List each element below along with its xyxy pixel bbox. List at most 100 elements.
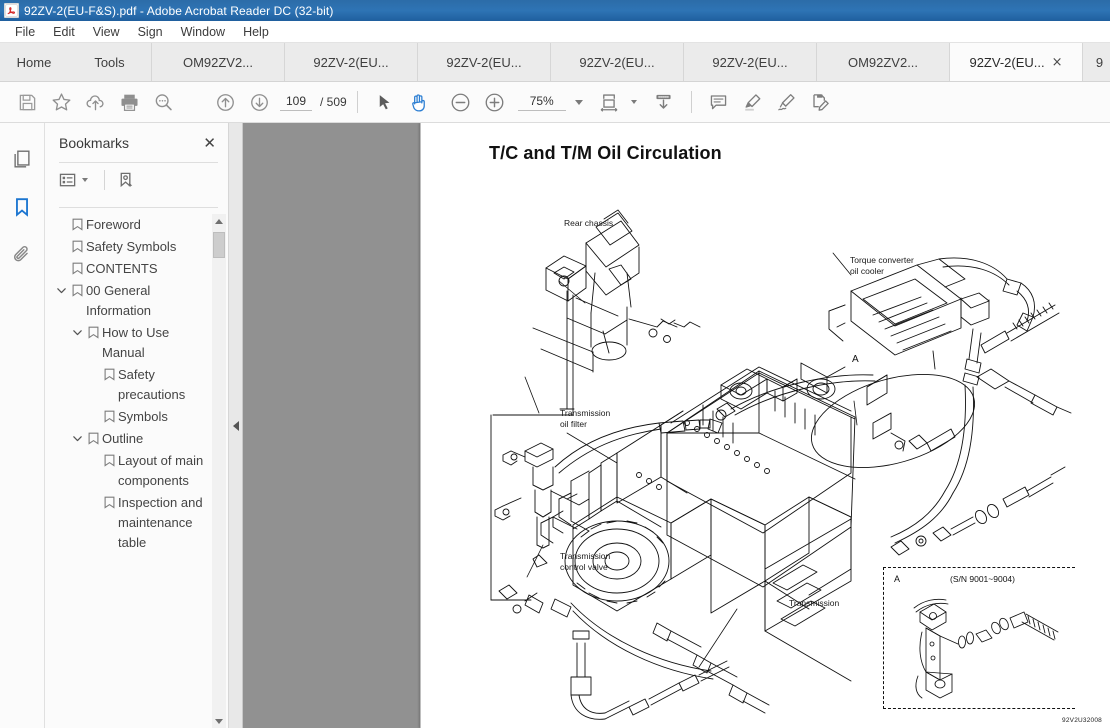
title-bar: 92ZV-2(EU-F&S).pdf - Adobe Acrobat Reade…: [0, 0, 1110, 21]
tab-label: 92ZV-2(EU...: [712, 54, 788, 70]
tab-label: 9: [1095, 54, 1104, 70]
sign-icon[interactable]: [770, 85, 804, 119]
menu-sign[interactable]: Sign: [129, 23, 172, 41]
bookmark-icon: [85, 323, 102, 339]
previous-page-icon[interactable]: [208, 85, 242, 119]
scrollbar-thumb[interactable]: [213, 232, 225, 258]
page-fit-chevron-down-icon[interactable]: [630, 100, 637, 104]
chevron-down-icon[interactable]: [69, 429, 85, 444]
tab-document-8[interactable]: 9: [1083, 43, 1110, 81]
bookmark-icon: [69, 259, 86, 275]
menu-file[interactable]: File: [6, 23, 44, 41]
bookmark-spacer: [53, 259, 69, 263]
bookmark-spacer: [53, 237, 69, 241]
attachments-icon[interactable]: [6, 237, 38, 273]
bookmark-item[interactable]: CONTENTS: [45, 258, 228, 280]
bookmark-icon: [69, 237, 86, 253]
detail-inset-a: A (S/N 9001~9004): [883, 567, 1075, 709]
bookmark-item[interactable]: Safety precautions: [45, 364, 228, 406]
toolbar-divider: [356, 91, 358, 113]
add-to-favorites-icon[interactable]: [44, 85, 78, 119]
bookmark-item-label: CONTENTS: [86, 261, 158, 276]
bookmark-item[interactable]: Symbols: [45, 406, 228, 428]
page-number-input[interactable]: [280, 93, 312, 111]
bookmark-item-label: Layout of main components: [118, 453, 204, 488]
bookmark-spacer: [85, 493, 101, 497]
bookmarks-toolbar: [45, 163, 228, 196]
acrobat-window: 92ZV-2(EU-F&S).pdf - Adobe Acrobat Reade…: [0, 0, 1110, 728]
bookmarks-tree[interactable]: Foreword Safety Symbols CONTENTS 00 General…: [45, 208, 228, 728]
tab-document-1[interactable]: OM92ZV2...: [152, 43, 285, 81]
tab-tools[interactable]: Tools: [68, 43, 152, 81]
zoom-in-icon[interactable]: [478, 85, 512, 119]
bookmark-item[interactable]: 00 General Information: [45, 280, 228, 322]
bookmark-item[interactable]: Outline: [45, 428, 228, 450]
comment-icon[interactable]: [702, 85, 736, 119]
upload-cloud-icon[interactable]: [78, 85, 112, 119]
chevron-left-icon: [232, 420, 239, 431]
menu-view[interactable]: View: [84, 23, 129, 41]
bookmarks-panel: Bookmarks ✕ Foreword Safety Symbols CONTEN…: [45, 123, 229, 728]
tab-document-3[interactable]: 92ZV-2(EU...: [418, 43, 551, 81]
collapse-sidebar-handle[interactable]: [229, 123, 243, 728]
select-tool-icon[interactable]: [368, 85, 402, 119]
bookmark-item[interactable]: Foreword: [45, 214, 228, 236]
chevron-down-icon[interactable]: [69, 323, 85, 338]
tab-bar: Home Tools OM92ZV2... 92ZV-2(EU... 92ZV-…: [0, 43, 1110, 82]
bookmark-options-icon[interactable]: [59, 172, 90, 189]
search-icon[interactable]: [146, 85, 180, 119]
bookmark-item-label: Safety Symbols: [86, 239, 177, 254]
tab-document-5[interactable]: 92ZV-2(EU...: [684, 43, 817, 81]
bookmark-item[interactable]: Safety Symbols: [45, 236, 228, 258]
tab-label: 92ZV-2(EU...: [579, 54, 655, 70]
tab-label: OM92ZV2...: [847, 54, 919, 70]
tab-document-4[interactable]: 92ZV-2(EU...: [551, 43, 684, 81]
divider: [104, 170, 105, 190]
new-bookmark-icon[interactable]: [117, 171, 136, 190]
tab-document-6[interactable]: OM92ZV2...: [817, 43, 950, 81]
bookmark-spacer: [53, 215, 69, 219]
chevron-down-icon[interactable]: [574, 99, 583, 105]
tab-document-2[interactable]: 92ZV-2(EU...: [285, 43, 418, 81]
zoom-level-input[interactable]: [517, 93, 566, 111]
zoom-out-icon[interactable]: [444, 85, 478, 119]
bookmarks-scrollbar[interactable]: [212, 214, 226, 728]
tab-document-7-active[interactable]: 92ZV-2(EU... ×: [950, 43, 1083, 81]
menu-edit[interactable]: Edit: [44, 23, 84, 41]
menu-help[interactable]: Help: [234, 23, 278, 41]
scroll-mode-icon[interactable]: [647, 85, 681, 119]
fill-and-sign-icon[interactable]: [804, 85, 838, 119]
save-icon[interactable]: [10, 85, 44, 119]
bookmark-spacer: [85, 451, 101, 455]
bookmark-icon: [101, 451, 118, 467]
bookmarks-panel-title: Bookmarks: [59, 135, 130, 151]
page-thumbnails-icon[interactable]: [6, 141, 38, 177]
close-icon[interactable]: ✕: [203, 135, 216, 151]
close-icon[interactable]: ×: [1052, 56, 1063, 69]
bookmarks-icon[interactable]: [6, 189, 38, 225]
next-page-icon[interactable]: [242, 85, 276, 119]
scroll-down-icon[interactable]: [212, 714, 226, 728]
chevron-down-icon[interactable]: [53, 281, 69, 296]
window-title: 92ZV-2(EU-F&S).pdf - Adobe Acrobat Reade…: [24, 3, 334, 18]
menu-window[interactable]: Window: [172, 23, 234, 41]
bookmark-item-label: Inspection and maintenance table: [118, 495, 203, 550]
scroll-up-icon[interactable]: [212, 214, 226, 228]
chevron-down-icon[interactable]: [82, 178, 88, 182]
tab-label: OM92ZV2...: [182, 54, 254, 70]
print-icon[interactable]: [112, 85, 146, 119]
inset-label: A: [894, 574, 901, 584]
highlight-icon[interactable]: [736, 85, 770, 119]
bookmark-icon: [101, 493, 118, 509]
callout-section-a: A: [852, 354, 859, 365]
bookmark-item[interactable]: How to Use Manual: [45, 322, 228, 364]
bookmark-item[interactable]: Layout of main components: [45, 450, 228, 492]
tab-home[interactable]: Home: [0, 43, 68, 81]
bookmark-item[interactable]: Inspection and maintenance table: [45, 492, 228, 554]
page-fit-icon[interactable]: [593, 85, 627, 119]
tab-label: 92ZV-2(EU...: [969, 54, 1045, 70]
page-scroll-area[interactable]: T/C and T/M Oil Circulation Rear chassis…: [243, 123, 1110, 728]
callout-transmission-oil-filter: Transmission oil filter: [560, 408, 611, 429]
bookmark-item-label: 00 General Information: [86, 283, 152, 318]
hand-tool-icon[interactable]: [402, 85, 436, 119]
